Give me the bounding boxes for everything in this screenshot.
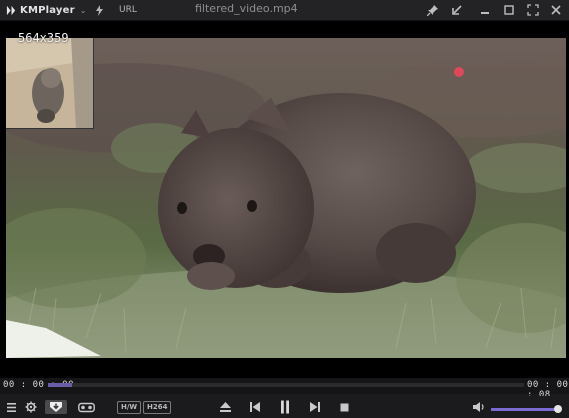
title-bar: KMPlayer ⌄ URL filtered_video.mp4: [0, 0, 569, 21]
mini-mode-button[interactable]: [449, 2, 465, 18]
stop-icon: [340, 403, 349, 411]
capture-button[interactable]: [45, 400, 67, 414]
lightning-icon: [96, 4, 103, 16]
fullscreen-button[interactable]: [525, 2, 541, 18]
vr-glasses-icon: [78, 402, 95, 412]
eject-icon: [220, 402, 231, 412]
url-button[interactable]: URL: [119, 3, 137, 17]
maximize-icon: [504, 5, 514, 15]
app-name: KMPlayer: [20, 4, 75, 16]
close-icon: [551, 5, 561, 15]
pip-thumbnail[interactable]: [6, 38, 94, 129]
speaker-icon: [473, 402, 484, 412]
mute-button[interactable]: [472, 400, 486, 414]
next-button[interactable]: [309, 400, 321, 414]
seek-progress: [48, 383, 72, 387]
minimize-icon: [481, 12, 489, 14]
control-bar: H/W H264: [0, 396, 569, 418]
app-logo-menu[interactable]: KMPlayer ⌄: [6, 3, 86, 17]
pin-icon: [427, 5, 438, 16]
resolution-overlay: 564x359: [18, 31, 69, 45]
window-title: filtered_video.mp4: [195, 2, 298, 15]
codec-badge[interactable]: H264: [143, 401, 172, 414]
kmplayer-logo-icon: [6, 5, 16, 15]
volume-knob[interactable]: [554, 405, 562, 413]
close-button[interactable]: [548, 2, 564, 18]
eject-button[interactable]: [219, 400, 232, 414]
skip-previous-icon: [250, 402, 260, 412]
seek-bar[interactable]: [48, 383, 524, 387]
lightning-button[interactable]: [95, 3, 104, 17]
minimize-button[interactable]: [477, 2, 493, 18]
skip-next-icon: [310, 402, 320, 412]
menu-button[interactable]: [6, 400, 17, 414]
stop-button[interactable]: [339, 400, 350, 414]
hw-badge[interactable]: H/W: [117, 401, 142, 414]
chevron-down-icon: ⌄: [79, 5, 87, 15]
maximize-button[interactable]: [501, 2, 517, 18]
previous-button[interactable]: [249, 400, 261, 414]
volume-level: [491, 408, 558, 411]
vr-button[interactable]: [78, 400, 95, 414]
shrink-arrow-icon: [452, 5, 462, 15]
settings-button[interactable]: [25, 400, 37, 414]
pause-icon: [281, 400, 289, 414]
volume-slider[interactable]: [491, 405, 562, 413]
seek-row: 00 : 00 : 00 00 : 00 : 08: [0, 378, 569, 400]
gear-icon: [25, 401, 37, 413]
pin-button[interactable]: [425, 2, 441, 18]
download-shield-icon: [50, 402, 62, 412]
pause-button[interactable]: [279, 400, 291, 414]
hamburger-icon: [7, 402, 16, 412]
fullscreen-icon: [527, 4, 539, 16]
url-label: URL: [119, 5, 137, 15]
